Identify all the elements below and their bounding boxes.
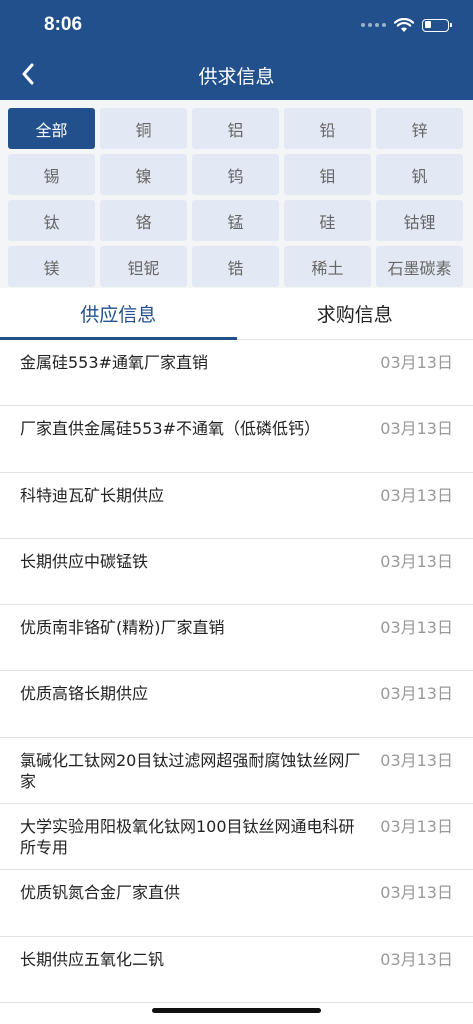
category-button[interactable]: 稀土 <box>284 246 371 287</box>
list-item[interactable]: 氯碱化工钛网20目钛过滤网超强耐腐蚀钛丝网厂家 03月13日 <box>0 738 473 805</box>
category-button[interactable]: 钛 <box>8 200 95 241</box>
tab-demand[interactable]: 求购信息 <box>237 288 473 339</box>
category-button[interactable]: 锰 <box>192 200 279 241</box>
list-item[interactable]: 优质南非铬矿(精粉)厂家直销 03月13日 <box>0 605 473 672</box>
item-title: 长期供应五氧化二钒 <box>20 949 165 969</box>
item-title: 优质高铬长期供应 <box>20 684 149 704</box>
page-title: 供求信息 <box>198 66 275 88</box>
category-button[interactable]: 铅 <box>284 108 371 149</box>
home-indicator <box>152 1008 321 1013</box>
category-filter: 全部铜铝铅锌锡镍钨钼钒钛铬锰硅钴锂镁钽铌锆稀土 石墨碳素 <box>0 100 473 288</box>
item-date: 03月13日 <box>380 618 453 638</box>
item-title: 氯碱化工钛网20目钛过滤网超强耐腐蚀钛丝网厂家 <box>20 750 361 791</box>
status-indicators <box>361 14 452 36</box>
category-button[interactable]: 镍 <box>100 154 187 195</box>
app-header: 8:06 供求信息 <box>0 0 473 100</box>
category-button[interactable]: 硅 <box>284 200 371 241</box>
category-button[interactable]: 铬 <box>100 200 187 241</box>
battery-icon <box>422 18 452 32</box>
item-date: 03月13日 <box>380 485 453 505</box>
category-button[interactable]: 铜 <box>100 108 187 149</box>
category-button[interactable]: 钒 <box>376 154 463 195</box>
category-button[interactable]: 铝 <box>192 108 279 149</box>
category-button[interactable]: 锡 <box>8 154 95 195</box>
status-time: 8:06 <box>44 14 83 35</box>
tab-supply[interactable]: 供应信息 <box>0 288 237 340</box>
list-item[interactable]: 优质钒氮合金厂家直供 03月13日 <box>0 870 473 937</box>
item-date: 03月13日 <box>380 684 453 704</box>
signal-icon <box>361 23 386 27</box>
item-date: 03月13日 <box>380 419 453 439</box>
item-date: 03月13日 <box>380 353 453 372</box>
category-button[interactable]: 钨 <box>192 154 279 195</box>
category-grid: 全部铜铝铅锌锡镍钨钼钒钛铬锰硅钴锂镁钽铌锆稀土 石墨碳素 <box>8 108 463 287</box>
list-item[interactable]: 长期供应五氧化二钒 03月13日 <box>0 937 473 1003</box>
category-button[interactable]: 钽铌 <box>100 246 187 287</box>
item-title: 金属硅553#通氧厂家直销 <box>20 353 208 372</box>
item-date: 03月13日 <box>380 817 453 837</box>
list-item[interactable]: 优质高铬长期供应 03月13日 <box>0 671 473 738</box>
wifi-icon <box>394 17 414 32</box>
category-button[interactable]: 锌 <box>376 108 463 149</box>
item-date: 03月13日 <box>380 750 453 770</box>
list-item[interactable]: 大学实验用阳极氧化钛网100目钛丝网通电科研所专用 03月13日 <box>0 804 473 871</box>
category-button[interactable]: 镁 <box>8 246 95 287</box>
item-title: 优质钒氮合金厂家直供 <box>20 883 181 903</box>
category-button[interactable]: 钴锂 <box>376 200 463 241</box>
info-tabs: 供应信息 求购信息 <box>0 288 473 340</box>
list-item[interactable]: 科特迪瓦矿长期供应 03月13日 <box>0 473 473 539</box>
item-title: 长期供应中碳锰铁 <box>20 551 149 571</box>
item-date: 03月13日 <box>380 949 453 969</box>
item-date: 03月13日 <box>380 551 453 571</box>
item-title: 科特迪瓦矿长期供应 <box>20 485 165 505</box>
item-title: 厂家直供金属硅553#不通氧（低磷低钙） <box>20 419 320 439</box>
category-button[interactable]: 石墨碳素 <box>376 246 463 287</box>
item-date: 03月13日 <box>380 883 453 903</box>
item-title: 大学实验用阳极氧化钛网100目钛丝网通电科研所专用 <box>20 817 355 858</box>
category-button[interactable]: 锆 <box>192 246 279 287</box>
item-title: 优质南非铬矿(精粉)厂家直销 <box>20 618 225 638</box>
list-item[interactable]: 厂家直供金属硅553#不通氧（低磷低钙） 03月13日 <box>0 406 473 473</box>
category-button[interactable]: 全部 <box>8 108 95 149</box>
info-list: 金属硅553#通氧厂家直销 03月13日 厂家直供金属硅553#不通氧（低磷低钙） 0… <box>0 340 473 1003</box>
category-button[interactable]: 钼 <box>284 154 371 195</box>
list-item[interactable]: 长期供应中碳锰铁 03月13日 <box>0 539 473 606</box>
list-item[interactable]: 金属硅553#通氧厂家直销 03月13日 <box>0 340 473 407</box>
